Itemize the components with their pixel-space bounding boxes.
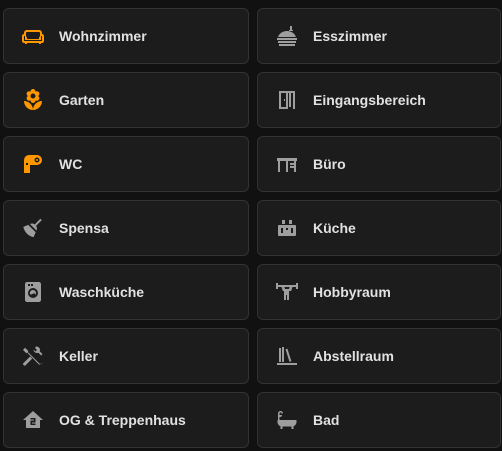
area-label: Abstellraum [313, 348, 394, 364]
area-label: WC [59, 156, 83, 172]
area-label: Esszimmer [313, 28, 387, 44]
sofa-icon [21, 24, 45, 48]
area-label: Küche [313, 220, 356, 236]
area-label: Waschküche [59, 284, 145, 300]
toilet-paper-icon [21, 152, 45, 176]
area-card-keller[interactable]: Keller [3, 328, 249, 384]
food-icon [275, 24, 299, 48]
area-card-garten[interactable]: Garten [3, 72, 249, 128]
broom-icon [21, 216, 45, 240]
area-card-hobbyraum[interactable]: Hobbyraum [257, 264, 501, 320]
area-card-wc[interactable]: WC [3, 136, 249, 192]
area-card-abstellraum[interactable]: Abstellraum [257, 328, 501, 384]
area-card-eingangsbereich[interactable]: Eingangsbereich [257, 72, 501, 128]
area-label: OG & Treppenhaus [59, 412, 186, 428]
area-card-spensa[interactable]: Spensa [3, 200, 249, 256]
tools-icon [21, 344, 45, 368]
area-label: Eingangsbereich [313, 92, 426, 108]
weight-lifter-icon [275, 280, 299, 304]
area-card-esszimmer[interactable]: Esszimmer [257, 8, 501, 64]
home-floor-2-icon [21, 408, 45, 432]
area-card-bad[interactable]: Bad [257, 392, 501, 448]
area-card-grid: Wohnzimmer Esszimmer Garten Eingangsbere… [0, 0, 502, 451]
bookshelf-icon [275, 344, 299, 368]
washing-machine-icon [21, 280, 45, 304]
bathtub-icon [275, 408, 299, 432]
area-card-og-treppenhaus[interactable]: OG & Treppenhaus [3, 392, 249, 448]
flower-icon [21, 88, 45, 112]
area-card-buero[interactable]: Büro [257, 136, 501, 192]
area-label: Wohnzimmer [59, 28, 147, 44]
area-label: Spensa [59, 220, 109, 236]
area-label: Keller [59, 348, 98, 364]
area-label: Bad [313, 412, 340, 428]
area-card-kueche[interactable]: Küche [257, 200, 501, 256]
desk-icon [275, 152, 299, 176]
area-label: Hobbyraum [313, 284, 391, 300]
toaster-icon [275, 216, 299, 240]
area-card-wohnzimmer[interactable]: Wohnzimmer [3, 8, 249, 64]
area-label: Garten [59, 92, 105, 108]
area-card-waschkueche[interactable]: Waschküche [3, 264, 249, 320]
area-label: Büro [313, 156, 346, 172]
door-icon [275, 88, 299, 112]
